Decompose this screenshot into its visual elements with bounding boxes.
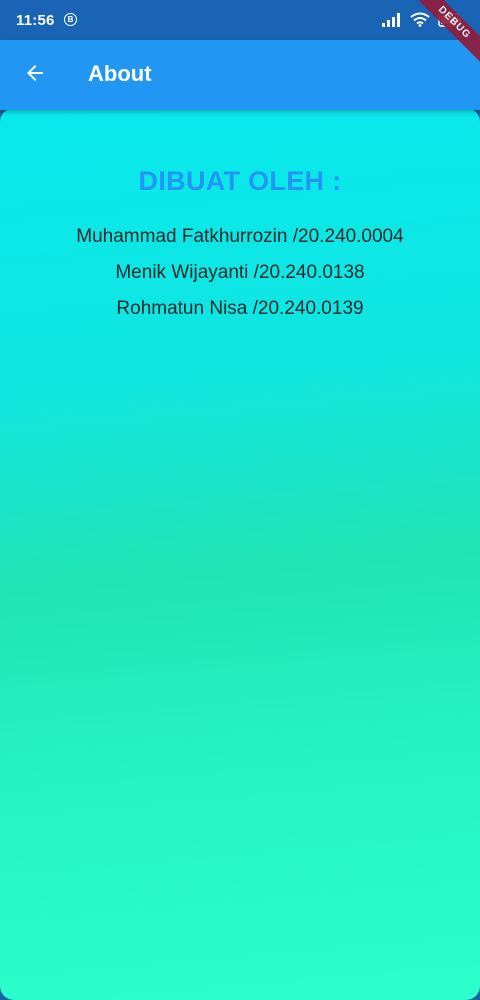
b-badge-icon: B — [64, 13, 77, 26]
content-card: DIBUAT OLEH : Muhammad Fatkhurrozin /20.… — [0, 108, 480, 1000]
status-bar: 11:56 B — [0, 0, 480, 40]
page-title: About — [88, 61, 152, 86]
app-bar: About — [0, 40, 480, 110]
credit-item: Muhammad Fatkhurrozin /20.240.0004 — [76, 226, 404, 247]
back-button[interactable] — [14, 54, 56, 96]
wifi-icon — [410, 12, 430, 27]
signal-icon — [382, 12, 402, 27]
credit-item: Menik Wijayanti /20.240.0138 — [115, 262, 365, 283]
credits-heading: DIBUAT OLEH : — [138, 166, 342, 196]
arrow-back-icon — [23, 61, 47, 90]
about-screen: 11:56 B DEBUG About DIBUAT OLEH: Muhamm… — [0, 0, 480, 1000]
status-time: 11:56 — [16, 12, 55, 29]
credit-item: Rohmatun Nisa /20.240.0139 — [116, 298, 364, 319]
credits-list: Muhammad Fatkhurrozin /20.240.0004 Menik… — [0, 224, 480, 332]
